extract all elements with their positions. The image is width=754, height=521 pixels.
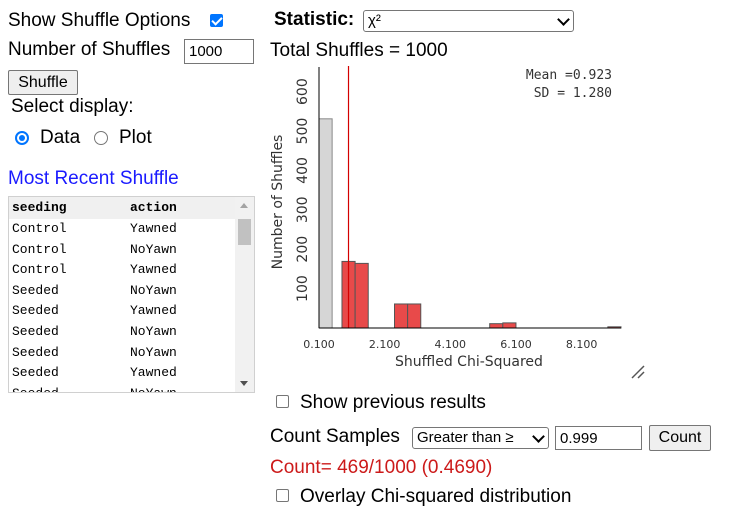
histogram-bar: [407, 303, 422, 329]
count-threshold-input[interactable]: [555, 426, 642, 450]
table-row: Seeded NoYawn: [9, 322, 235, 342]
cell-seeding: Seeded: [12, 282, 59, 298]
shuffle-button[interactable]: Shuffle: [8, 70, 78, 95]
show-previous-label: Show previous results: [300, 392, 486, 413]
cell-seeding: Seeded: [12, 365, 59, 381]
show-previous-checkbox[interactable]: [276, 395, 289, 408]
cell-action: NoYawn: [130, 241, 177, 257]
statistic-select[interactable]: χ²: [363, 10, 574, 32]
y-tick-label: 200: [295, 236, 311, 263]
scroll-down-icon[interactable]: [240, 381, 248, 386]
cell-seeding: Seeded: [12, 324, 59, 339]
display-data-label: Data: [40, 127, 81, 148]
display-data-radio[interactable]: [15, 131, 29, 145]
count-samples-label: Count Samples: [270, 426, 400, 447]
overlay-chi-squared-label: Overlay Chi-squared distribution: [300, 486, 572, 507]
count-direction-select[interactable]: Greater than ≥: [412, 427, 549, 449]
cell-seeding: Control: [12, 241, 67, 257]
cell-seeding: Control: [12, 262, 67, 278]
sd-text: SD = 1.280: [534, 86, 612, 101]
histogram-bar: [502, 322, 517, 329]
overlay-chi-squared-checkbox[interactable]: [276, 489, 289, 502]
scroll-up-icon[interactable]: [240, 203, 248, 208]
recent-shuffle-table[interactable]: seeding action Control Yawned Control NoYaw…: [8, 196, 255, 393]
table-row: Control NoYawn: [9, 240, 235, 260]
y-axis-label: Number of Shuffles: [270, 135, 286, 270]
cell-action: NoYawn: [130, 324, 177, 339]
y-tick-label: 400: [295, 157, 311, 184]
header-seeding: seeding: [12, 200, 67, 215]
y-tick-labels: 100 200 300 400 500 600: [295, 78, 311, 302]
x-tick-labels: 0.100 2.100 4.100 6.100 8.100: [303, 338, 597, 351]
histogram-bar: [354, 262, 369, 329]
display-plot-label: Plot: [119, 127, 152, 148]
chevron-down-icon: [532, 430, 545, 443]
cell-action: NoYawn: [130, 344, 177, 360]
cell-action: NoYawn: [130, 384, 177, 392]
cell-seeding: Control: [12, 221, 67, 236]
cell-seeding: Seeded: [12, 303, 59, 319]
x-tick-label: 0.100: [303, 338, 335, 351]
histogram-bar: [394, 303, 409, 329]
mean-text: Mean =0.923: [526, 68, 612, 83]
y-tick-label: 100: [295, 275, 311, 302]
chevron-down-icon: [557, 13, 570, 26]
histogram-chart: 0.100 2.100 4.100 6.100 8.100 100 200 300 400 50…: [270, 66, 645, 379]
most-recent-shuffle-title: Most Recent Shuffle: [8, 168, 179, 189]
table-row: Seeded NoYawn: [9, 343, 235, 363]
select-display-label: Select display:: [11, 96, 134, 117]
statistic-label: Statistic:: [274, 9, 355, 30]
histogram-bar: [489, 323, 504, 329]
x-tick-label: 4.100: [435, 338, 467, 351]
y-tick-label: 300: [295, 196, 311, 223]
cell-seeding: Seeded: [12, 384, 59, 392]
x-tick-label: 2.100: [369, 338, 401, 351]
x-tick-label: 8.100: [566, 338, 598, 351]
cell-action: Yawned: [130, 221, 177, 236]
table-row: Seeded NoYawn: [9, 281, 235, 301]
histogram-bars: [318, 118, 622, 329]
count-button[interactable]: Count: [649, 425, 711, 451]
show-shuffle-options-label: Show Shuffle Options: [8, 10, 191, 31]
y-tick-label: 500: [295, 118, 311, 145]
count-result-text: Count= 469/1000 (0.4690): [270, 457, 493, 478]
table-scrollbar[interactable]: [235, 197, 254, 392]
header-action: action: [130, 200, 177, 215]
number-of-shuffles-label: Number of Shuffles: [8, 39, 171, 60]
statistic-select-value: χ²: [368, 12, 381, 29]
table-row: Control Yawned: [9, 260, 235, 280]
table-header: seeding action: [9, 197, 235, 219]
cell-action: Yawned: [130, 303, 177, 319]
table-row: Seeded Yawned: [9, 363, 235, 383]
display-plot-radio[interactable]: [94, 131, 108, 145]
y-tick-label: 600: [295, 78, 311, 105]
table-body: Control Yawned Control NoYawn Control Yawned S…: [9, 219, 235, 392]
x-axis-label: Shuffled Chi-Squared: [395, 354, 543, 370]
cell-action: NoYawn: [130, 282, 177, 298]
show-shuffle-options-checkbox[interactable]: [210, 14, 223, 27]
table-row: Seeded NoYawn: [9, 384, 235, 392]
table-row: Control Yawned: [9, 219, 235, 239]
count-direction-value: Greater than ≥: [417, 429, 514, 446]
number-of-shuffles-input[interactable]: [184, 39, 254, 64]
total-shuffles-text: Total Shuffles = 1000: [270, 40, 448, 61]
resize-handle-icon[interactable]: [631, 365, 645, 379]
table-row: Seeded Yawned: [9, 301, 235, 321]
scroll-thumb[interactable]: [238, 219, 251, 245]
cell-seeding: Seeded: [12, 344, 59, 360]
cell-action: Yawned: [130, 365, 177, 381]
x-tick-label: 6.100: [500, 338, 532, 351]
cell-action: Yawned: [130, 262, 177, 278]
histogram-bar: [318, 118, 333, 329]
